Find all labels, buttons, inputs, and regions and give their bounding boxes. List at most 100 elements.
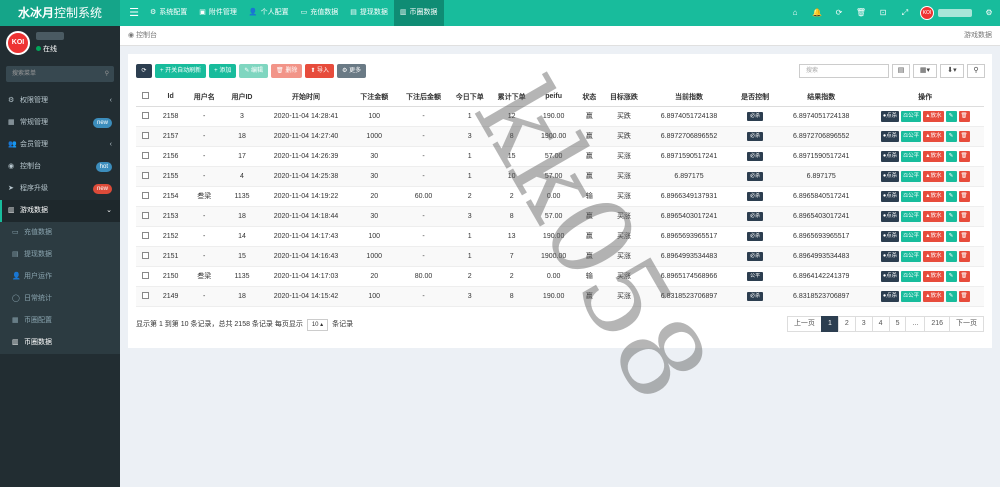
- release-button[interactable]: ▲放水: [923, 230, 944, 242]
- trash-icon[interactable]: 🗑: [958, 110, 970, 122]
- sidebar-item[interactable]: ▥ 游戏数据 ⌄: [0, 200, 120, 222]
- edit-icon[interactable]: ✎: [945, 270, 957, 282]
- top-nav-item[interactable]: ▣ 附件管理: [193, 0, 243, 26]
- page-button[interactable]: 3: [854, 316, 873, 332]
- page-size-select[interactable]: 10 ▴: [306, 319, 329, 331]
- home-icon[interactable]: ⌂: [784, 0, 806, 26]
- export-icon[interactable]: ⬇▾: [940, 64, 964, 78]
- refresh-icon[interactable]: ⟳: [828, 0, 850, 26]
- trash-icon[interactable]: 🗑: [958, 130, 970, 142]
- kill-button[interactable]: ●点杀: [880, 290, 900, 302]
- page-button[interactable]: ...: [905, 316, 926, 332]
- top-username-blurred[interactable]: [938, 9, 972, 17]
- search-icon[interactable]: ⚲: [967, 64, 985, 78]
- kill-button[interactable]: ●点杀: [880, 170, 900, 182]
- fair-button[interactable]: ⚖公平: [901, 150, 922, 162]
- row-select-cell[interactable]: [136, 246, 155, 267]
- edit-icon[interactable]: ✎: [945, 210, 957, 222]
- fair-button[interactable]: ⚖公平: [901, 230, 922, 242]
- page-button[interactable]: 216: [924, 316, 950, 332]
- release-button[interactable]: ▲放水: [923, 170, 944, 182]
- trash-icon[interactable]: 🗑: [958, 150, 970, 162]
- sidebar-subitem[interactable]: ▥ 币圈数据: [0, 332, 120, 354]
- row-checkbox[interactable]: [141, 151, 149, 159]
- select-all-checkbox[interactable]: [141, 92, 149, 100]
- top-nav-item[interactable]: ▭ 充值数据: [295, 0, 345, 26]
- edit-icon[interactable]: ✎: [945, 130, 957, 142]
- fullscreen-icon[interactable]: ⤢: [894, 0, 916, 26]
- row-checkbox[interactable]: [141, 111, 149, 119]
- delete-button[interactable]: 🗑 删除: [271, 64, 303, 78]
- row-checkbox[interactable]: [141, 131, 149, 139]
- top-nav-item[interactable]: 👤 个人配置: [243, 0, 295, 26]
- trash-icon[interactable]: 🗑: [958, 270, 970, 282]
- kill-button[interactable]: ●点杀: [880, 190, 900, 202]
- kill-button[interactable]: ●点杀: [880, 230, 900, 242]
- row-select-cell[interactable]: [136, 186, 155, 207]
- row-checkbox[interactable]: [141, 291, 149, 299]
- trash-icon[interactable]: 🗑: [850, 0, 872, 26]
- table-search-input[interactable]: 搜索: [799, 64, 889, 78]
- sidebar-subitem[interactable]: ◯ 日常统计: [0, 288, 120, 310]
- row-checkbox[interactable]: [141, 191, 149, 199]
- select-all-header[interactable]: [136, 88, 155, 107]
- edit-button[interactable]: ✎ 编辑: [239, 64, 269, 78]
- row-select-cell[interactable]: [136, 166, 155, 187]
- row-select-cell[interactable]: [136, 106, 155, 127]
- kill-button[interactable]: ●点杀: [880, 110, 900, 122]
- edit-icon[interactable]: ✎: [945, 290, 957, 302]
- columns-icon[interactable]: ▦▾: [913, 64, 937, 78]
- page-button[interactable]: 上一页: [786, 316, 822, 332]
- toggle-view-icon[interactable]: ▤: [892, 64, 910, 78]
- lock-icon[interactable]: ⊡: [872, 0, 894, 26]
- top-nav-item[interactable]: ▤ 提现数据: [344, 0, 394, 26]
- sidebar-item[interactable]: ➤ 程序升级 new: [0, 178, 120, 200]
- page-button[interactable]: 4: [871, 316, 890, 332]
- row-select-cell[interactable]: [136, 206, 155, 227]
- row-select-cell[interactable]: [136, 146, 155, 167]
- sidebar-subitem[interactable]: ▤ 提现数据: [0, 244, 120, 266]
- release-button[interactable]: ▲放水: [923, 250, 944, 262]
- release-button[interactable]: ▲放水: [923, 270, 944, 282]
- breadcrumb-left[interactable]: ◉ 控制台: [128, 26, 157, 46]
- release-button[interactable]: ▲放水: [923, 190, 944, 202]
- edit-icon[interactable]: ✎: [945, 190, 957, 202]
- app-logo[interactable]: 水冰月控制系统: [0, 0, 120, 26]
- top-avatar[interactable]: KOI: [920, 6, 934, 20]
- release-button[interactable]: ▲放水: [923, 210, 944, 222]
- edit-icon[interactable]: ✎: [945, 230, 957, 242]
- sidebar-item[interactable]: 👥 会员管理 ‹: [0, 134, 120, 156]
- kill-button[interactable]: ●点杀: [880, 270, 900, 282]
- row-checkbox[interactable]: [141, 231, 149, 239]
- add-button[interactable]: + 添加: [209, 64, 237, 78]
- menu-toggle-icon[interactable]: ☰: [124, 0, 144, 26]
- trash-icon[interactable]: 🗑: [958, 230, 970, 242]
- row-select-cell[interactable]: [136, 286, 155, 307]
- sidebar-item[interactable]: ⚙ 权限管理 ‹: [0, 90, 120, 112]
- edit-icon[interactable]: ✎: [945, 110, 957, 122]
- kill-button[interactable]: ●点杀: [880, 130, 900, 142]
- sidebar-subitem[interactable]: ▦ 币圈配置: [0, 310, 120, 332]
- row-checkbox[interactable]: [141, 211, 149, 219]
- fair-button[interactable]: ⚖公平: [901, 250, 922, 262]
- fair-button[interactable]: ⚖公平: [901, 110, 922, 122]
- fair-button[interactable]: ⚖公平: [901, 170, 922, 182]
- page-button[interactable]: 5: [888, 316, 907, 332]
- release-button[interactable]: ▲放水: [923, 110, 944, 122]
- fair-button[interactable]: ⚖公平: [901, 130, 922, 142]
- row-select-cell[interactable]: [136, 226, 155, 247]
- more-button[interactable]: ⚙ 更多: [337, 64, 367, 78]
- fair-button[interactable]: ⚖公平: [901, 210, 922, 222]
- fair-button[interactable]: ⚖公平: [901, 190, 922, 202]
- row-checkbox[interactable]: [141, 271, 149, 279]
- kill-button[interactable]: ●点杀: [880, 210, 900, 222]
- top-nav-item[interactable]: ⚙ 系统配置: [144, 0, 193, 26]
- trash-icon[interactable]: 🗑: [958, 190, 970, 202]
- edit-icon[interactable]: ✎: [945, 250, 957, 262]
- sidebar-subitem[interactable]: ▭ 充值数据: [0, 222, 120, 244]
- bell-icon[interactable]: 🔔: [806, 0, 828, 26]
- import-button[interactable]: ⬆ 导入: [305, 64, 335, 78]
- release-button[interactable]: ▲放水: [923, 150, 944, 162]
- page-button[interactable]: 下一页: [949, 316, 984, 332]
- kill-button[interactable]: ●点杀: [880, 150, 900, 162]
